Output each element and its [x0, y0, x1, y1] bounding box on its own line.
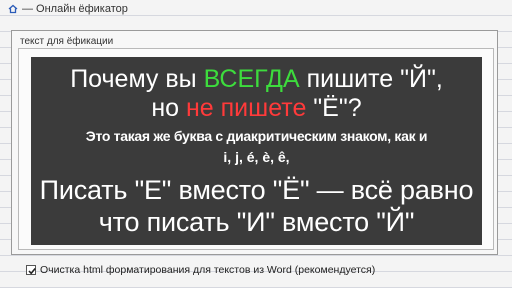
breadcrumb: — Онлайн ёфикатор — [8, 1, 128, 17]
highlight-red-text: не пишете — [185, 94, 307, 122]
cleanup-label[interactable]: Очистка html форматирования для текстов … — [40, 264, 375, 276]
image-line-5: Писать "Е" вместо "Ё" — всё равно — [39, 175, 474, 205]
text-image-panel: Почему вы ВСЕГДА пишите "Й", но не пишет… — [31, 57, 482, 245]
image-line-3: Это такая же буква с диакритическим знак… — [85, 128, 428, 144]
cleanup-checkbox[interactable] — [26, 265, 36, 275]
image-text-span: "Ё"? — [306, 94, 362, 122]
highlight-green-text: ВСЕГДА — [203, 65, 300, 93]
image-line-4: i, j, é, è, ê, — [223, 149, 290, 165]
image-line-1: Почему вы ВСЕГДА пишите "Й", — [31, 67, 482, 92]
cleanup-option[interactable]: Очистка html форматирования для текстов … — [26, 264, 375, 276]
image-text-span: Почему вы — [70, 65, 204, 93]
image-line-6: что писать "И" вместо "Й" — [98, 207, 415, 237]
image-line-2: но не пишете "Ё"? — [31, 96, 482, 121]
checkmark-icon — [28, 267, 36, 275]
image-text-span: пишите "Й", — [299, 65, 443, 93]
home-icon[interactable] — [8, 4, 18, 14]
field-label: текст для ёфикации — [20, 36, 116, 47]
page-title: — Онлайн ёфикатор — [22, 3, 128, 15]
image-text-span: но — [151, 94, 186, 122]
